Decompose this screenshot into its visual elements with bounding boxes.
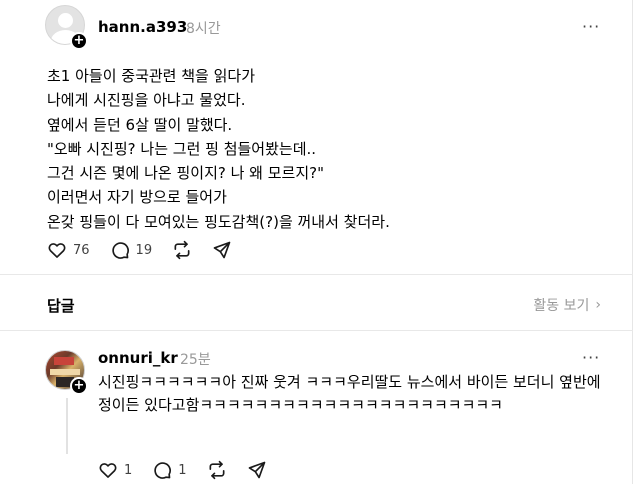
comment-timestamp: 25분 xyxy=(180,352,211,368)
thread-line xyxy=(66,398,68,454)
comment-count: 19 xyxy=(135,242,153,258)
chevron-right-icon: › xyxy=(595,297,601,313)
repost-button[interactable] xyxy=(172,240,192,260)
like-button[interactable]: 1 xyxy=(98,460,132,480)
post-text-line: "오빠 시진핑? 나는 그런 핑 첨들어봤는데.. xyxy=(47,139,317,158)
repost-button[interactable] xyxy=(207,460,227,480)
view-activity-label: 활동 보기 xyxy=(533,298,590,314)
comment-count: 1 xyxy=(178,462,187,478)
like-count: 1 xyxy=(124,462,133,478)
post-timestamp: 8시간 xyxy=(186,21,221,37)
comment-text: 시진핑ㅋㅋㅋㅋㅋㅋ아 진짜 웃겨 ㅋㅋㅋ우리딸도 뉴스에서 바이든 보더니 옆반… xyxy=(98,373,601,414)
replies-divider xyxy=(0,330,633,331)
view-activity-link[interactable]: 활동 보기 › xyxy=(533,295,601,315)
follow-plus-icon[interactable]: + xyxy=(70,32,88,50)
post-actions: 76 19 xyxy=(47,240,252,260)
comment-button[interactable]: 19 xyxy=(110,240,153,260)
more-options-icon[interactable]: ··· xyxy=(582,348,600,367)
more-options-icon[interactable]: ··· xyxy=(582,17,600,36)
share-icon xyxy=(213,241,231,259)
post-username[interactable]: hann.a393 xyxy=(98,18,187,36)
post-text-line: 옆에서 듣던 6살 딸이 말했다. xyxy=(47,115,233,134)
comment-actions: 1 1 xyxy=(98,460,287,480)
repost-icon xyxy=(209,460,225,480)
comment-icon xyxy=(111,242,129,259)
post-divider xyxy=(0,274,633,275)
comment-button[interactable]: 1 xyxy=(152,460,187,480)
heart-icon xyxy=(99,463,117,478)
post: + hann.a393 8시간 ··· 초1 아들이 중국관련 책을 읽다가 나… xyxy=(0,0,633,274)
heart-icon xyxy=(48,243,66,258)
post-text-line: 온갖 핑들이 다 모여있는 핑도감책(?)을 꺼내서 찾더라. xyxy=(47,212,390,231)
post-text-line: 초1 아들이 중국관련 책을 읽다가 xyxy=(47,67,256,85)
like-button[interactable]: 76 xyxy=(47,240,90,260)
post-text-line: 나에게 시진핑을 아냐고 물었다. xyxy=(47,91,246,110)
share-button[interactable] xyxy=(212,240,232,260)
repost-icon xyxy=(174,240,190,260)
like-count: 76 xyxy=(73,242,90,258)
follow-plus-icon[interactable]: + xyxy=(70,377,88,395)
post-text: 초1 아들이 중국관련 책을 읽다가 나에게 시진핑을 아냐고 물었다. 옆에서… xyxy=(47,64,607,234)
comment-avatar[interactable]: + xyxy=(45,350,89,395)
comment-icon xyxy=(154,462,172,479)
post-text-line: 그건 시즌 몇에 나온 핑이지? 나 왜 모르지?" xyxy=(47,164,325,183)
post-avatar[interactable]: + xyxy=(45,5,89,50)
post-text-line: 이러면서 자기 방으로 들어가 xyxy=(47,188,227,207)
comment-username[interactable]: onnuri_kr xyxy=(98,349,178,367)
share-icon xyxy=(248,461,265,479)
replies-title: 답글 xyxy=(47,297,75,315)
share-button[interactable] xyxy=(247,460,267,480)
